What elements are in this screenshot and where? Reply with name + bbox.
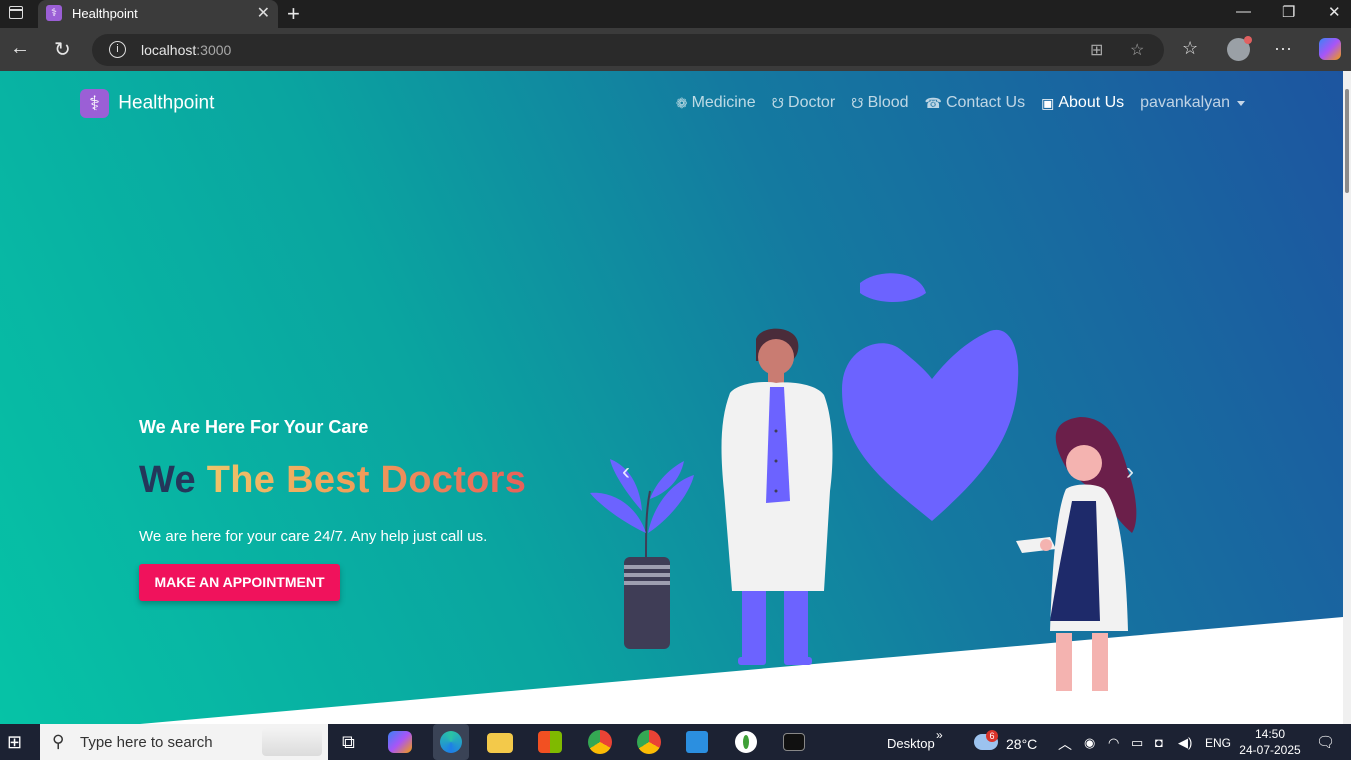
tab-favicon-icon: ⚕ (46, 5, 62, 21)
task-view-icon[interactable]: ⧉ (342, 732, 355, 753)
profile-avatar[interactable] (1227, 36, 1252, 61)
carousel-next-icon[interactable]: › (1126, 458, 1148, 490)
taskbar-search-placeholder: Type here to search (80, 734, 213, 751)
volume-icon[interactable]: ◀) (1178, 735, 1192, 751)
make-appointment-button[interactable]: MAKE AN APPOINTMENT (139, 564, 340, 601)
address-bar[interactable]: i localhost:3000 ⊞ ☆ (92, 34, 1164, 66)
chrome-app-icon[interactable] (588, 730, 612, 754)
wifi-icon[interactable]: ◠ (1108, 735, 1119, 751)
tab-actions-icon[interactable] (9, 6, 23, 19)
app-available-icon[interactable]: ⊞ (1090, 40, 1103, 60)
chrome-profile-app-icon[interactable] (637, 730, 661, 754)
url-text[interactable]: localhost:3000 (141, 42, 231, 58)
copilot-app-icon[interactable] (388, 731, 412, 753)
desktop-label[interactable]: Desktop (887, 736, 935, 751)
new-tab-icon[interactable]: + (287, 1, 300, 27)
edge-app-icon[interactable] (433, 724, 469, 760)
tray-record-icon[interactable]: ◉ (1084, 735, 1095, 751)
url-host: localhost (141, 42, 197, 58)
restore-icon[interactable]: ❐ (1282, 3, 1295, 21)
tray-chevron-up-icon[interactable]: ︿ (1058, 734, 1072, 754)
clock-time[interactable]: 14:50 (1240, 727, 1300, 741)
close-window-icon[interactable]: ✕ (1328, 3, 1341, 21)
camera-icon[interactable]: ◘ (1155, 735, 1163, 750)
file-explorer-app-icon[interactable] (487, 733, 513, 753)
mongodb-app-icon[interactable] (735, 731, 757, 753)
male-doctor-illustration (721, 328, 833, 665)
hero-title-gradient: The Best Doctors (206, 459, 527, 501)
notifications-icon[interactable]: 🗨 (1316, 733, 1335, 751)
browser-toolbar: ← ↻ i localhost:3000 ⊞ ☆ ☆ ··· (0, 28, 1351, 71)
page-scrollbar[interactable] (1343, 71, 1351, 724)
terminal-app-icon[interactable] (783, 733, 805, 751)
browser-tab[interactable]: ⚕ Healthpoint ✕ (38, 0, 278, 28)
web-page: Healthpoint ❁ Medicine ☋ Doctor ☋ Blood … (0, 71, 1343, 724)
url-port: :3000 (196, 42, 232, 58)
store-app-icon[interactable] (538, 731, 562, 753)
battery-icon[interactable]: ▭ (1131, 735, 1143, 751)
hero-description: We are here for your care 24/7. Any help… (139, 528, 488, 545)
scrollbar-thumb[interactable] (1345, 89, 1349, 193)
more-options-icon[interactable]: ··· (1274, 38, 1292, 59)
doctors-illustration (590, 273, 1137, 691)
carousel-prev-icon[interactable]: ‹ (622, 458, 644, 490)
language-indicator[interactable]: ENG (1205, 736, 1231, 750)
taskbar-search[interactable]: ⚲ Type here to search (40, 724, 328, 760)
tab-title: Healthpoint (72, 6, 138, 21)
start-windows-icon[interactable]: ⊞ (7, 732, 22, 753)
hero-title-plain: We (139, 459, 196, 501)
heart-illustration (842, 273, 1019, 521)
favorites-icon[interactable]: ☆ (1182, 38, 1198, 59)
mongodb-leaf (743, 735, 749, 749)
vscode-app-icon[interactable] (686, 731, 708, 753)
browser-tab-bar: ⚕ Healthpoint ✕ + — ❐ ✕ (0, 0, 1351, 28)
site-info-icon[interactable]: i (109, 41, 126, 58)
edge-logo (440, 731, 462, 753)
tab-close-icon[interactable]: ✕ (257, 3, 270, 23)
hero-title: We The Best Doctors (139, 459, 526, 502)
hero-subtitle: We Are Here For Your Care (139, 417, 369, 437)
favorite-star-icon[interactable]: ☆ (1130, 40, 1144, 60)
minimize-icon[interactable]: — (1236, 3, 1251, 20)
reload-icon[interactable]: ↻ (54, 37, 71, 62)
windows-taskbar: ⊞ ⚲ Type here to search ⧉ Desktop » 6 28… (0, 724, 1351, 760)
clock-date[interactable]: 24-07-2025 (1236, 743, 1304, 757)
back-icon[interactable]: ← (10, 37, 30, 60)
female-doctor-illustration (1016, 417, 1137, 691)
copilot-icon[interactable] (1319, 38, 1341, 60)
toolbar-overflow-icon[interactable]: » (936, 728, 943, 742)
weather-badge: 6 (986, 730, 998, 742)
weather-temperature[interactable]: 28°C (1006, 736, 1037, 752)
search-highlight-image (262, 728, 322, 756)
search-icon: ⚲ (52, 732, 65, 751)
